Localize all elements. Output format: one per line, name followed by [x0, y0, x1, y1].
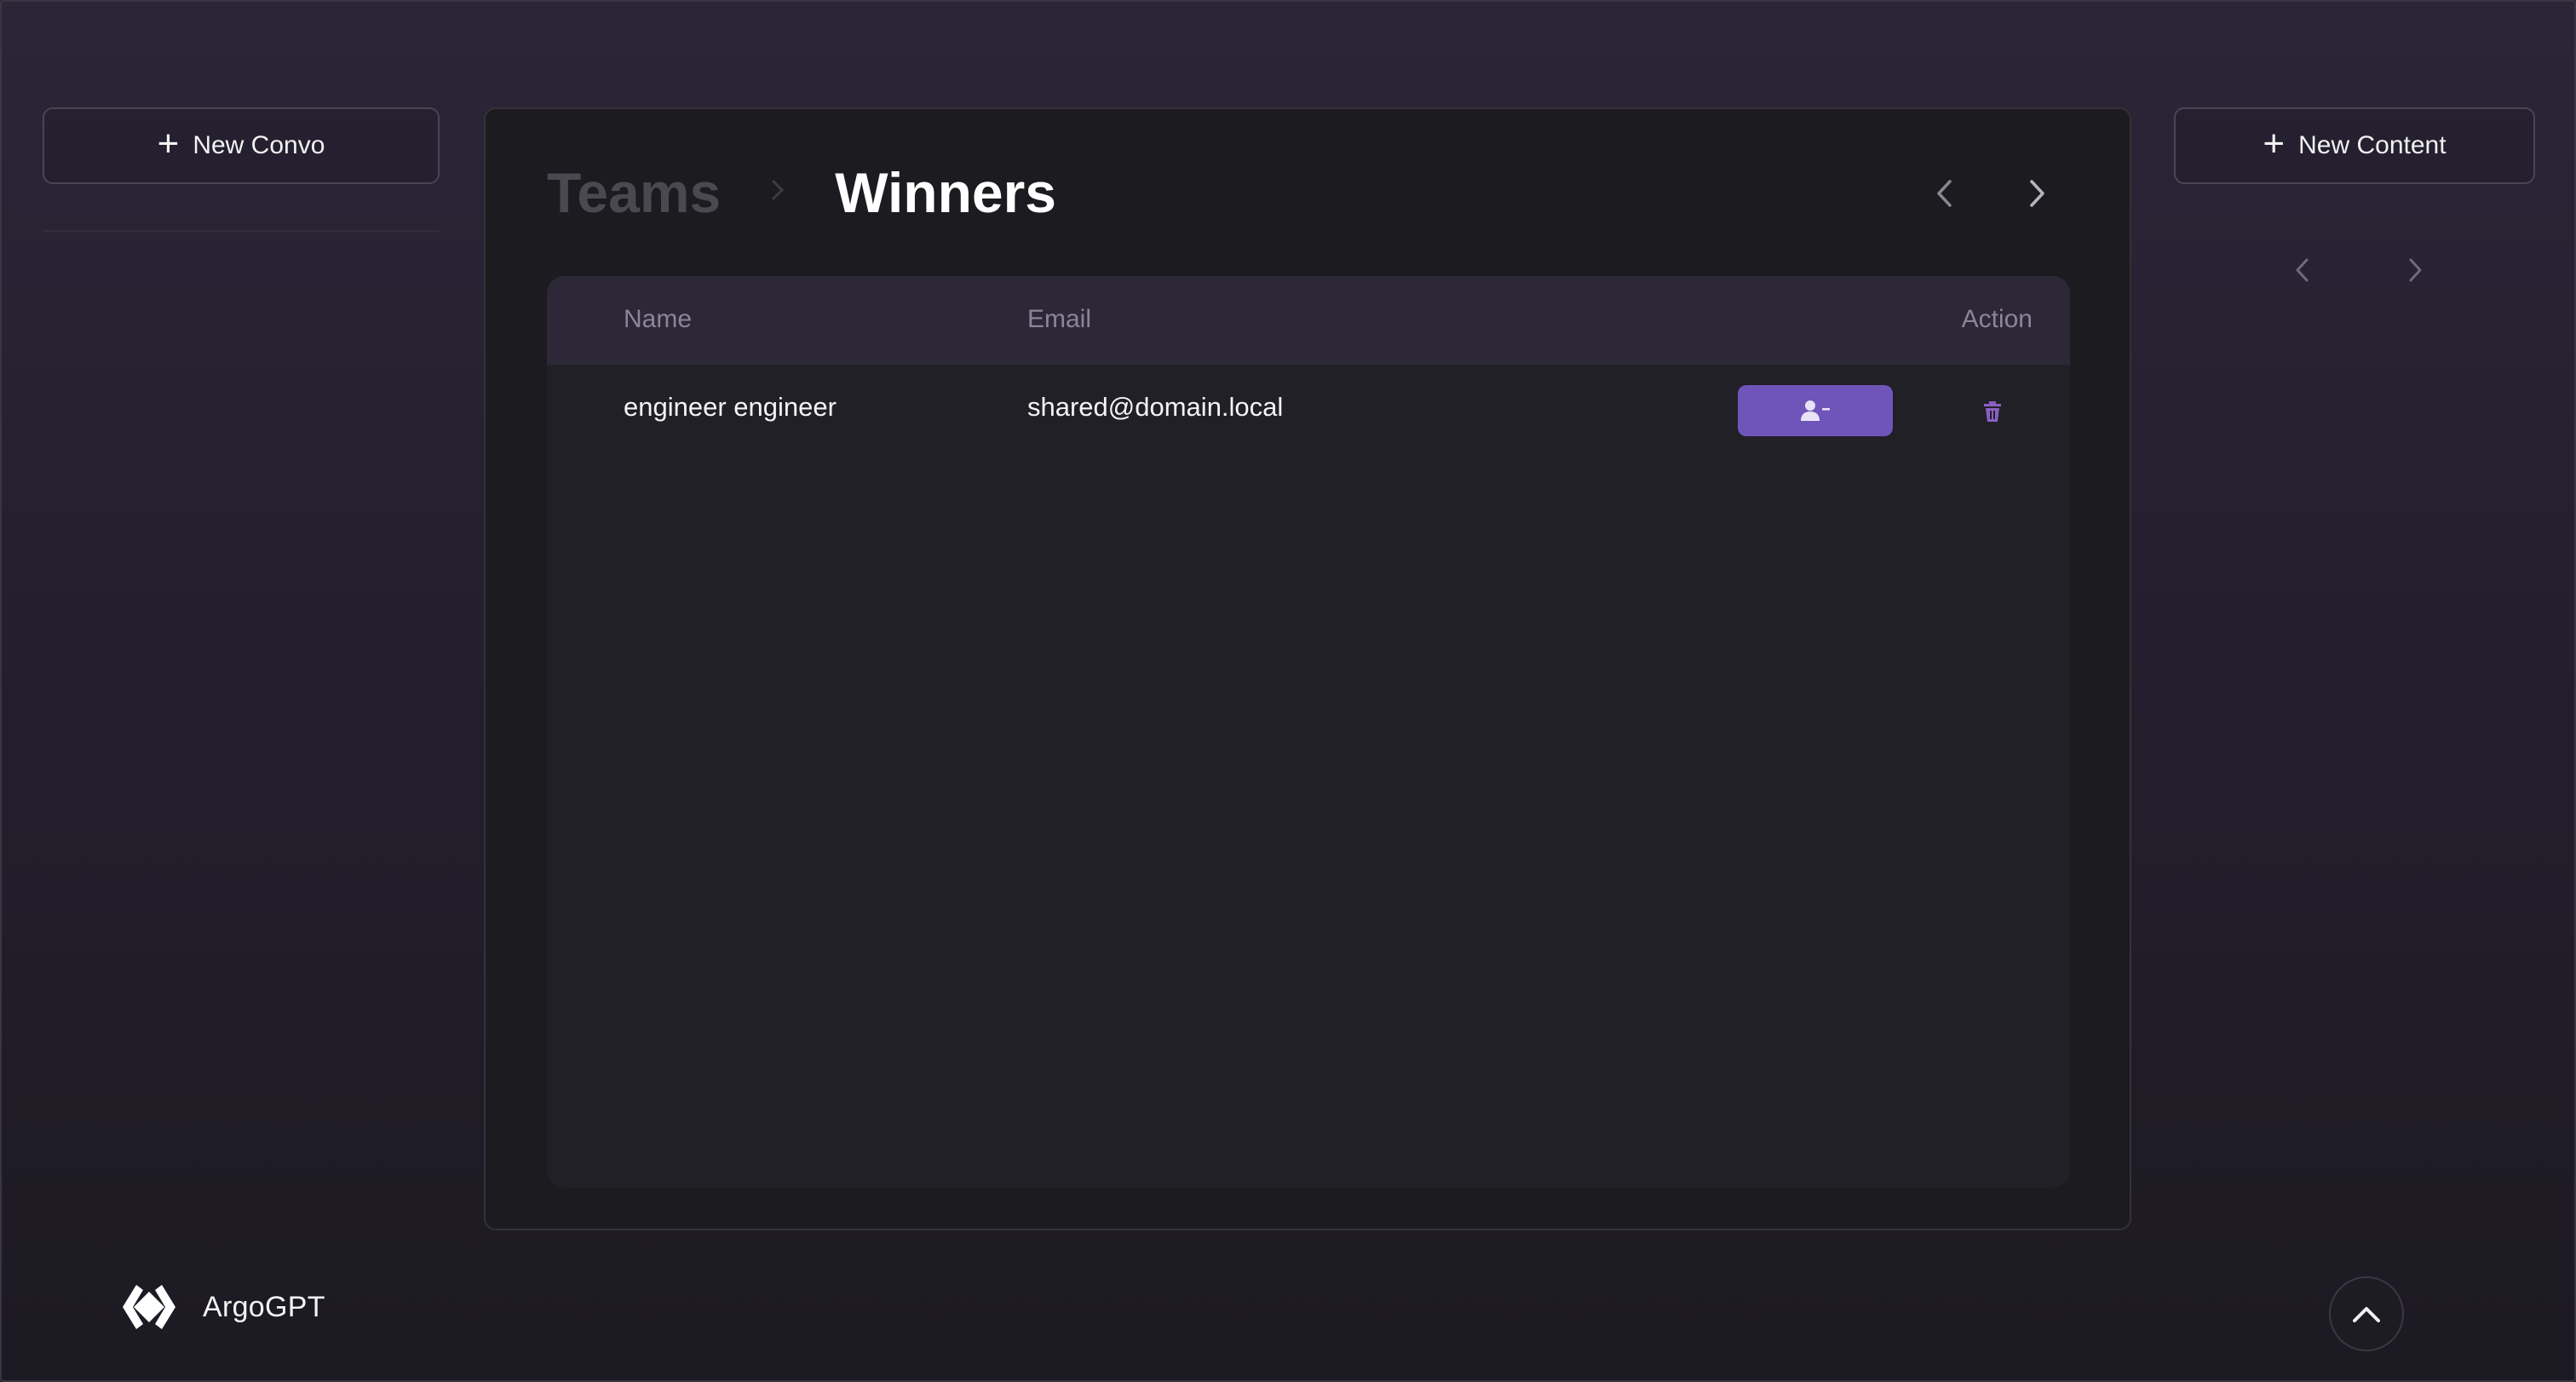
- column-header-name: Name: [624, 305, 693, 333]
- column-header-email: Email: [1027, 305, 1092, 333]
- new-convo-button[interactable]: + New Convo: [43, 107, 440, 184]
- table-row: engineer engineer shared@domain.local: [547, 365, 2070, 453]
- new-content-button[interactable]: + New Content: [2174, 107, 2535, 184]
- team-detail-panel: Teams Winners Name Email Action engineer…: [484, 107, 2131, 1230]
- chevron-left-icon[interactable]: [2283, 250, 2322, 290]
- breadcrumb-separator-icon: [768, 175, 787, 211]
- sidebar-divider: [43, 230, 440, 232]
- members-table: Name Email Action engineer engineer shar…: [547, 276, 2070, 1188]
- new-convo-label: New Convo: [193, 131, 325, 159]
- table-header: Name Email Action: [547, 276, 2070, 365]
- user-minus-icon: [1801, 400, 1830, 421]
- delete-member-button[interactable]: [1978, 397, 2007, 426]
- chevron-right-icon[interactable]: [2395, 250, 2435, 290]
- column-header-action: Action: [1961, 305, 2033, 333]
- member-name: engineer engineer: [624, 392, 837, 422]
- breadcrumb-teams-link[interactable]: Teams: [547, 160, 721, 225]
- plus-icon: +: [2263, 123, 2286, 164]
- right-pagination: [2283, 250, 2435, 290]
- panel-pagination: [1925, 174, 2056, 213]
- page-title: Winners: [835, 161, 1057, 224]
- chevron-right-icon[interactable]: [2017, 174, 2056, 213]
- remove-member-button[interactable]: [1738, 385, 1893, 436]
- scroll-to-top-button[interactable]: [2329, 1276, 2404, 1351]
- member-email: shared@domain.local: [1027, 392, 1284, 422]
- new-content-label: New Content: [2298, 131, 2447, 159]
- plus-icon: +: [157, 123, 180, 164]
- chevron-left-icon[interactable]: [1925, 174, 1964, 213]
- breadcrumb: Teams Winners: [547, 160, 1056, 225]
- trash-icon: [1984, 401, 2001, 422]
- brand: ArgoGPT: [118, 1280, 325, 1334]
- argogpt-logo: [123, 1285, 175, 1329]
- brand-name: ArgoGPT: [203, 1290, 325, 1323]
- chevron-up-icon: [2353, 1307, 2380, 1322]
